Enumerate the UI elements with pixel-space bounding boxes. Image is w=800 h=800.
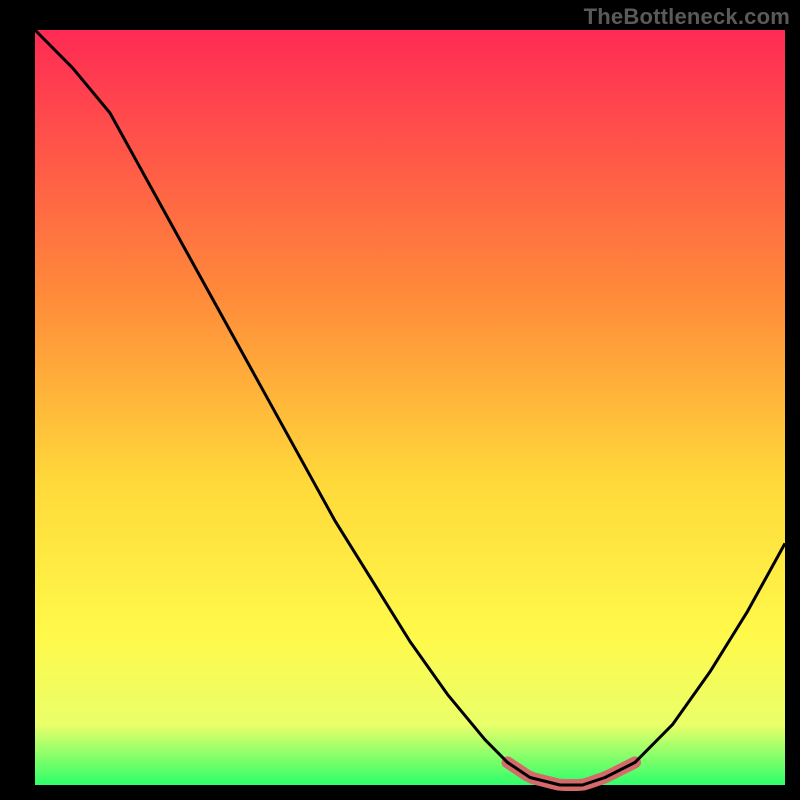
chart-frame: TheBottleneck.com — [0, 0, 800, 800]
plot-background — [35, 30, 785, 785]
bottleneck-chart — [0, 0, 800, 800]
